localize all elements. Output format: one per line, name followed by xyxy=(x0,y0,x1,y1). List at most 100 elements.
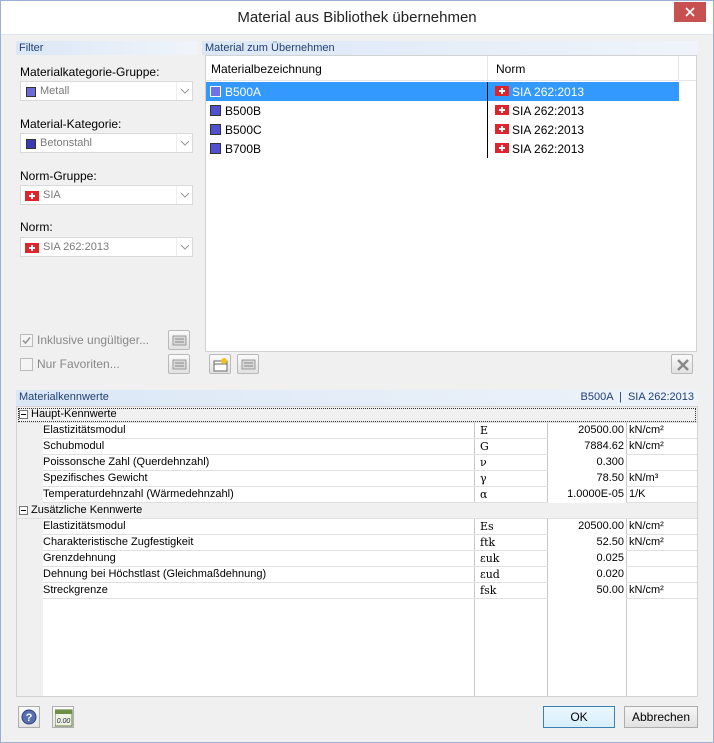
material-norm: SIA 262:2013 xyxy=(512,123,585,137)
material-row[interactable]: B500C SIA 262:2013 xyxy=(206,120,679,139)
swiss-flag-icon xyxy=(495,143,509,153)
norm-group-value: SIA xyxy=(43,189,61,201)
swiss-flag-icon xyxy=(495,105,509,115)
property-symbol: εud xyxy=(480,568,500,581)
property-value: 78.50 xyxy=(596,472,624,484)
ok-button[interactable]: OK xyxy=(543,706,615,728)
help-button[interactable]: ? xyxy=(18,706,40,728)
selected-material-name: B500A xyxy=(580,391,613,403)
property-value: 20500.00 xyxy=(578,424,624,436)
edit-list-icon xyxy=(241,359,256,370)
properties-table[interactable]: Haupt-Kennwerte Elastizitätsmodul E 2050… xyxy=(16,406,698,697)
title-bar: Material aus Bibliothek übernehmen xyxy=(1,1,713,35)
svg-text:?: ? xyxy=(26,712,33,724)
include-invalid-settings-button[interactable] xyxy=(168,330,190,350)
materials-header: Material zum Übernehmen xyxy=(202,41,698,55)
favorites-checkbox[interactable] xyxy=(20,358,33,371)
material-norm: SIA 262:2013 xyxy=(512,142,585,156)
norm-group-select[interactable]: SIA xyxy=(20,185,193,205)
checkmark-icon xyxy=(22,336,31,345)
material-row[interactable]: B500B SIA 262:2013 xyxy=(206,101,679,120)
chevron-down-icon[interactable] xyxy=(176,238,192,256)
edit-material-button[interactable] xyxy=(237,354,259,374)
column-norm[interactable]: Norm xyxy=(496,62,525,76)
material-row[interactable]: B700B SIA 262:2013 xyxy=(206,139,679,158)
materials-list[interactable]: Materialbezeichnung Norm B500A SIA 262:2… xyxy=(205,55,697,352)
property-name: Streckgrenze xyxy=(43,584,108,596)
norm-label: Norm: xyxy=(20,220,53,234)
units-button[interactable]: 0.00 xyxy=(52,706,74,728)
rebar-swatch-icon xyxy=(26,139,36,149)
dialog-window: Material aus Bibliothek übernehmen Filte… xyxy=(0,0,714,743)
material-norm: SIA 262:2013 xyxy=(512,104,585,118)
selection-separator: | xyxy=(619,391,622,403)
norm-value: SIA 262:2013 xyxy=(43,241,110,253)
property-row[interactable]: Poissonsche Zahl (Querdehnzahl) ν 0.300 xyxy=(17,455,697,471)
properties-title: Materialkennwerte xyxy=(19,391,109,403)
swiss-flag-icon xyxy=(495,86,509,96)
property-row[interactable]: Streckgrenze fsk 50.00 kN/cm² xyxy=(17,583,697,599)
include-invalid-checkbox[interactable] xyxy=(20,334,33,347)
delete-material-button[interactable] xyxy=(671,354,693,374)
property-value: 0.300 xyxy=(596,456,624,468)
property-row[interactable]: Temperaturdehnzahl (Wärmedehnzahl) α 1.0… xyxy=(17,487,697,503)
property-value: 0.025 xyxy=(596,552,624,564)
property-row[interactable]: Dehnung bei Höchstlast (Gleichmaßdehnung… xyxy=(17,567,697,583)
swiss-flag-icon xyxy=(25,243,39,253)
category-group-value: Metall xyxy=(40,85,70,97)
property-name: Elastizitätsmodul xyxy=(43,424,126,436)
property-row[interactable]: Elastizitätsmodul Es 20500.00 kN/cm² xyxy=(17,519,697,535)
property-unit: kN/cm² xyxy=(629,520,664,532)
selected-material-info: B500A | SIA 262:2013 xyxy=(581,391,694,403)
property-value: 1.0000E-05 xyxy=(567,488,624,500)
column-material-name[interactable]: Materialbezeichnung xyxy=(211,62,322,76)
new-material-icon xyxy=(213,358,228,372)
new-material-button[interactable] xyxy=(209,354,231,374)
material-swatch-icon xyxy=(210,143,221,154)
property-symbol: α xyxy=(480,488,488,501)
collapse-icon[interactable] xyxy=(19,410,28,419)
property-row[interactable]: Elastizitätsmodul E 20500.00 kN/cm² xyxy=(17,423,697,439)
property-row[interactable]: Charakteristische Zugfestigkeit ftk 52.5… xyxy=(17,535,697,551)
property-symbol: Es xyxy=(480,520,494,533)
category-select[interactable]: Betonstahl xyxy=(20,133,193,153)
category-label: Material-Kategorie: xyxy=(20,117,122,131)
property-group-additional[interactable]: Zusätzliche Kennwerte xyxy=(17,503,697,519)
help-icon: ? xyxy=(21,709,37,725)
property-row[interactable]: Spezifisches Gewicht γ 78.50 kN/m³ xyxy=(17,471,697,487)
units-decimal-icon: 0.00 xyxy=(55,709,73,727)
filter-header: Filter xyxy=(16,41,197,55)
property-unit: kN/cm² xyxy=(629,584,664,596)
property-value: 20500.00 xyxy=(578,520,624,532)
category-group-select[interactable]: Metall xyxy=(20,81,193,101)
material-swatch-icon xyxy=(210,86,221,97)
material-row[interactable]: B500A SIA 262:2013 xyxy=(206,82,679,101)
property-name: Schubmodul xyxy=(43,440,105,452)
property-value: 52.50 xyxy=(596,536,624,548)
material-norm: SIA 262:2013 xyxy=(512,85,585,99)
property-group-main[interactable]: Haupt-Kennwerte xyxy=(17,407,697,423)
chevron-down-icon[interactable] xyxy=(176,82,192,100)
property-row[interactable]: Schubmodul G 7884.62 kN/cm² xyxy=(17,439,697,455)
chevron-down-icon[interactable] xyxy=(176,134,192,152)
favorites-settings-button[interactable] xyxy=(168,354,190,374)
collapse-icon[interactable] xyxy=(19,506,28,515)
edit-list-icon xyxy=(172,335,187,346)
property-value: 0.020 xyxy=(596,568,624,580)
norm-select[interactable]: SIA 262:2013 xyxy=(20,237,193,257)
norm-group-label: Norm-Gruppe: xyxy=(20,169,97,183)
properties-header: Materialkennwerte B500A | SIA 262:2013 xyxy=(16,390,698,406)
material-swatch-icon xyxy=(210,124,221,135)
swiss-flag-icon xyxy=(495,124,509,134)
cancel-button[interactable]: Abbrechen xyxy=(624,706,698,728)
property-symbol: γ xyxy=(480,472,487,485)
property-unit: kN/cm² xyxy=(629,440,664,452)
close-button[interactable] xyxy=(674,2,706,22)
property-unit: kN/m³ xyxy=(629,472,659,484)
property-row[interactable]: Grenzdehnung εuk 0.025 xyxy=(17,551,697,567)
selected-material-norm: SIA 262:2013 xyxy=(627,391,694,403)
property-unit: kN/cm² xyxy=(629,424,664,436)
property-name: Spezifisches Gewicht xyxy=(43,472,148,484)
chevron-down-icon[interactable] xyxy=(176,186,192,204)
category-value: Betonstahl xyxy=(40,137,92,149)
